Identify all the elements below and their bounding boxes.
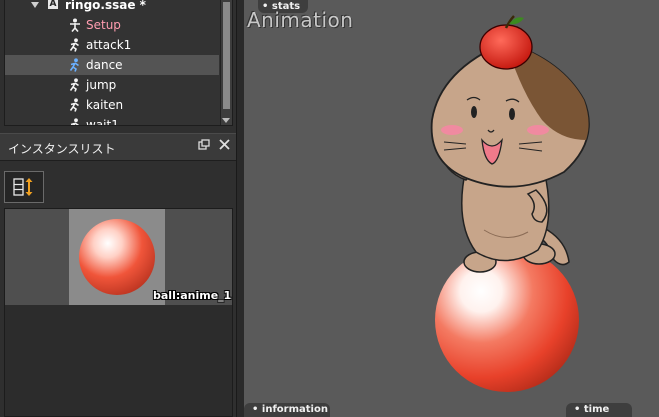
sort-order-button[interactable]: [4, 171, 44, 203]
tree-item-3[interactable]: jump: [5, 75, 219, 95]
animation-viewport[interactable]: • stats Animation • information • time: [244, 0, 659, 417]
panel-title: インスタンスリスト: [8, 142, 116, 156]
running-figure-icon: [69, 38, 79, 52]
expand-arrow-icon[interactable]: [31, 2, 39, 8]
running-figure-icon: [69, 58, 79, 72]
tree-file-label: ringo.ssae *: [65, 0, 146, 12]
ball-thumbnail-icon: [79, 219, 155, 295]
setup-figure-icon: [70, 18, 80, 32]
file-icon: A: [48, 0, 58, 9]
ball-icon: [435, 248, 579, 392]
left-pane: A ringo.ssae * Setup attack1 dance jump kait…: [0, 0, 236, 417]
instance-thumbnail: [69, 209, 165, 305]
time-tab[interactable]: • time: [566, 403, 632, 417]
tree-item-1[interactable]: attack1: [5, 35, 219, 55]
instance-panel-header: インスタンスリスト: [0, 133, 236, 161]
tree-item-2[interactable]: dance: [5, 55, 219, 75]
tree-item-label: wait1: [86, 118, 119, 126]
tree-item-4[interactable]: kaiten: [5, 95, 219, 115]
tree-item-label: dance: [86, 58, 123, 72]
instance-item[interactable]: ball:anime_1: [5, 209, 232, 305]
running-figure-icon: [69, 98, 79, 112]
tree-item-label: attack1: [86, 38, 132, 52]
tree-scrollbar[interactable]: [220, 0, 232, 125]
running-figure-icon: [69, 78, 79, 92]
time-tab-label: time: [583, 404, 610, 415]
scrollbar-thumb[interactable]: [223, 2, 230, 109]
scroll-down-icon[interactable]: [222, 118, 230, 123]
tree-item-label: kaiten: [86, 98, 124, 112]
tree-item-5[interactable]: wait1: [5, 115, 219, 126]
instance-list: ball:anime_1: [4, 208, 233, 417]
information-tab-label: information: [261, 404, 328, 415]
tree-item-label: Setup: [86, 18, 121, 32]
apple-icon: [479, 24, 533, 70]
information-tab[interactable]: • information: [244, 403, 330, 417]
running-figure-icon: [70, 118, 79, 125]
animation-tree: A ringo.ssae * Setup attack1 dance jump kait…: [4, 0, 233, 126]
instance-label: ball:anime_1: [153, 289, 232, 302]
tree-file-node[interactable]: A ringo.ssae *: [5, 0, 219, 15]
character-illustration: [430, 15, 590, 392]
float-window-icon[interactable]: [198, 139, 210, 154]
tree-item-0[interactable]: Setup: [5, 15, 219, 35]
tree-item-label: jump: [86, 78, 117, 92]
close-icon[interactable]: [219, 139, 230, 153]
sort-list-icon: [13, 178, 33, 196]
